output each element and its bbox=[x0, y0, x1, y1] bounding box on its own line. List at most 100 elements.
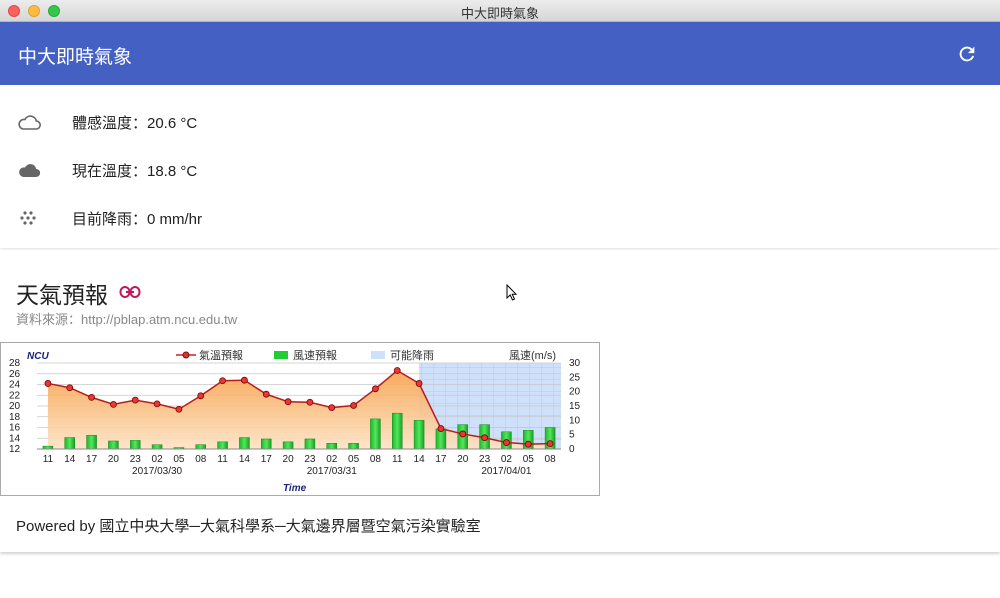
temp-point bbox=[350, 402, 357, 409]
temp-point bbox=[241, 376, 248, 384]
y-tick-label: 14 bbox=[9, 433, 21, 444]
x-tick-label: 17 bbox=[261, 454, 273, 465]
app-title: 中大即時氣象 bbox=[18, 47, 133, 68]
x-tick-label: 17 bbox=[86, 454, 98, 465]
temp-point bbox=[481, 434, 488, 442]
x-tick-label: 20 bbox=[283, 454, 295, 465]
wind-bar bbox=[86, 434, 97, 450]
wind-bar bbox=[108, 440, 119, 450]
current-temp-text: 現在溫度：18.8 °C bbox=[72, 162, 198, 180]
x-tick-label: 02 bbox=[152, 454, 164, 465]
y2-tick-label: 20 bbox=[569, 387, 581, 398]
x-tick-label: 11 bbox=[43, 454, 54, 465]
y2-tick-label: 0 bbox=[569, 444, 575, 455]
temp-point bbox=[131, 396, 139, 404]
y2-tick-label: 15 bbox=[569, 401, 581, 412]
temp-point bbox=[503, 439, 510, 446]
legend-temp-marker bbox=[182, 351, 190, 359]
legend-rain-swatch bbox=[371, 351, 385, 359]
x-tick-label: 05 bbox=[523, 454, 535, 465]
temp-point bbox=[153, 400, 161, 408]
x-tick-label: 08 bbox=[545, 454, 557, 465]
temp-point bbox=[262, 390, 270, 398]
feels-like-text: 體感溫度：20.6 °C bbox=[72, 114, 198, 132]
temp-point bbox=[175, 405, 183, 413]
x-tick-label: 14 bbox=[64, 454, 76, 465]
wind-bar bbox=[304, 438, 316, 450]
wind-bar bbox=[239, 437, 250, 450]
x-tick-label: 14 bbox=[414, 454, 426, 465]
cloud-outline-icon bbox=[18, 115, 41, 130]
legend-wind-swatch bbox=[274, 351, 288, 359]
y2-tick-label: 30 bbox=[569, 358, 581, 369]
temp-point bbox=[393, 367, 401, 374]
wind-bar bbox=[217, 441, 228, 450]
current-conditions-card: 體感溫度：20.6 °C 現在溫度：18.8 °C 目前降雨：0 mm/hr bbox=[0, 85, 1000, 248]
x-tick-label: 14 bbox=[239, 454, 251, 465]
forecast-card: 天氣預報 資料來源：http://pblap.atm.ncu.edu.tw 12… bbox=[0, 250, 1000, 552]
wind-bar bbox=[195, 444, 206, 450]
wind-bar bbox=[130, 440, 141, 450]
wind-bar bbox=[282, 441, 294, 450]
wind-bar bbox=[64, 437, 75, 450]
temp-point bbox=[372, 385, 379, 393]
powered-by-text: Powered by 國立中央大學─大氣科學系─大氣邊界層暨空氣污染實驗室 bbox=[16, 518, 481, 535]
x-axis-title: Time bbox=[283, 483, 307, 494]
temp-point bbox=[437, 425, 445, 432]
y2-tick-label: 10 bbox=[569, 415, 581, 426]
temp-point bbox=[546, 440, 554, 448]
x-tick-label: 11 bbox=[392, 454, 403, 465]
rain-dots-icon bbox=[20, 211, 36, 225]
temp-point bbox=[44, 380, 52, 387]
window-title: 中大即時氣象 bbox=[460, 6, 539, 21]
temp-point bbox=[284, 398, 292, 406]
temp-point bbox=[110, 400, 117, 408]
data-source: 資料來源：http://pblap.atm.ncu.edu.tw bbox=[16, 312, 238, 327]
y2-axis-title: 風速(m/s) bbox=[509, 349, 556, 362]
x-tick-label: 17 bbox=[435, 454, 447, 465]
x-tick-label: 05 bbox=[173, 454, 185, 465]
temp-point bbox=[197, 392, 205, 400]
temp-point bbox=[524, 440, 532, 448]
refresh-icon[interactable] bbox=[956, 43, 978, 65]
app-bar: 中大即時氣象 bbox=[0, 22, 1000, 85]
x-tick-label: 02 bbox=[326, 454, 338, 465]
forecast-chart: 12 14 16 18 20 22 24 26 28 0 5 10 15 20 25 30 11 14 17 20 23… bbox=[0, 342, 600, 496]
temp-point bbox=[219, 377, 226, 385]
chart-station-label: NCU bbox=[27, 351, 49, 362]
x-tick-label: 20 bbox=[457, 454, 469, 465]
x-tick-label: 23 bbox=[130, 454, 142, 465]
x-date-label: 2017/04/01 bbox=[481, 466, 531, 477]
wind-bar bbox=[261, 438, 272, 450]
legend-temp-label: 氣溫預報 bbox=[199, 348, 243, 362]
wind-bar bbox=[392, 412, 403, 450]
y-tick-label: 24 bbox=[9, 380, 21, 391]
temp-point bbox=[306, 398, 314, 406]
x-tick-label: 20 bbox=[108, 454, 120, 465]
wind-bar bbox=[326, 443, 337, 450]
cloud-filled-icon bbox=[19, 164, 41, 178]
legend-wind-label: 風速預報 bbox=[293, 349, 337, 362]
temp-point bbox=[88, 394, 95, 401]
temp-point bbox=[328, 404, 336, 412]
link-icon[interactable] bbox=[119, 285, 141, 299]
temp-point bbox=[459, 430, 467, 438]
temp-point bbox=[415, 380, 423, 387]
y2-tick-label: 25 bbox=[569, 372, 581, 383]
x-tick-label: 08 bbox=[195, 454, 207, 465]
x-tick-label: 02 bbox=[501, 454, 513, 465]
y-tick-label: 18 bbox=[9, 412, 21, 423]
x-tick-label: 23 bbox=[304, 454, 316, 465]
wind-bar bbox=[151, 444, 163, 450]
y-tick-label: 12 bbox=[9, 444, 21, 455]
x-tick-label: 23 bbox=[479, 454, 491, 465]
temp-point bbox=[66, 384, 74, 392]
legend-rain-label: 可能降雨 bbox=[390, 348, 434, 362]
window-titlebar: 中大即時氣象 bbox=[0, 0, 1000, 22]
y-tick-label: 26 bbox=[9, 369, 21, 380]
x-tick-label: 05 bbox=[348, 454, 360, 465]
y-tick-label: 16 bbox=[9, 423, 21, 434]
x-date-label: 2017/03/30 bbox=[132, 466, 182, 477]
y-tick-label: 20 bbox=[9, 401, 21, 412]
y2-tick-label: 5 bbox=[569, 430, 575, 441]
